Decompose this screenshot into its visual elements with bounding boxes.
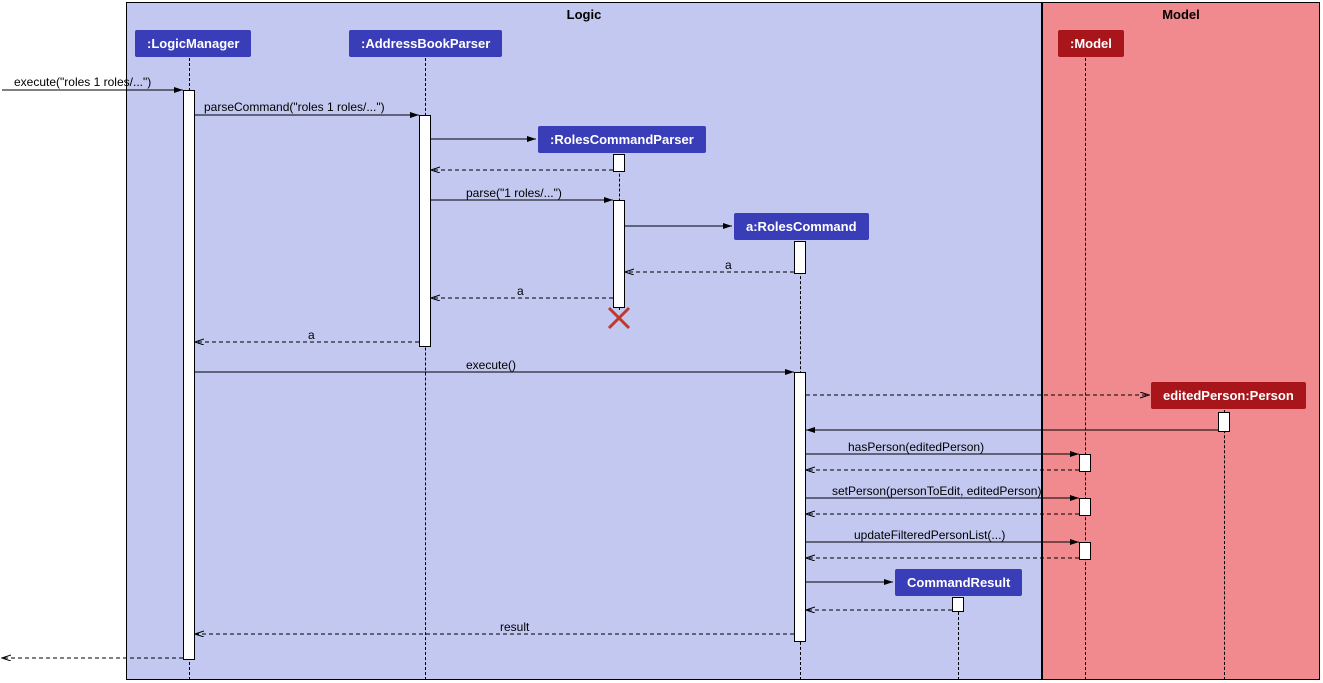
activation-model-1 bbox=[1079, 454, 1091, 472]
msg-execute: execute() bbox=[466, 358, 516, 372]
participant-address-book-parser: :AddressBookParser bbox=[349, 30, 502, 57]
msg-set-person: setPerson(personToEdit, editedPerson) bbox=[832, 484, 1041, 498]
msg-return-a-1: a bbox=[725, 258, 732, 272]
activation-model-3 bbox=[1079, 542, 1091, 560]
participant-logic-manager: :LogicManager bbox=[135, 30, 251, 57]
msg-execute-in: execute("roles 1 roles/...") bbox=[14, 75, 151, 89]
activation-rcp-2 bbox=[613, 200, 625, 308]
activation-rcp-1 bbox=[613, 154, 625, 172]
activation-address-book-parser bbox=[419, 115, 431, 347]
activation-logic-manager bbox=[183, 90, 195, 660]
msg-result: result bbox=[500, 620, 529, 634]
participant-edited-person: editedPerson:Person bbox=[1151, 382, 1306, 409]
activation-roles-command-2 bbox=[794, 372, 806, 642]
activation-model-2 bbox=[1079, 498, 1091, 516]
msg-has-person: hasPerson(editedPerson) bbox=[848, 440, 984, 454]
msg-return-a-2: a bbox=[517, 284, 524, 298]
frame-model: Model bbox=[1042, 2, 1320, 680]
participant-command-result: CommandResult bbox=[895, 569, 1022, 596]
msg-update-filtered: updateFilteredPersonList(...) bbox=[854, 528, 1005, 542]
activation-command-result bbox=[952, 597, 964, 612]
activation-roles-command-1 bbox=[794, 241, 806, 274]
frame-model-label: Model bbox=[1162, 7, 1200, 22]
participant-roles-command: a:RolesCommand bbox=[734, 213, 869, 240]
msg-return-a-3: a bbox=[308, 328, 315, 342]
msg-parse-command: parseCommand("roles 1 roles/...") bbox=[204, 100, 385, 114]
frame-logic-label: Logic bbox=[567, 7, 602, 22]
lifeline-edited-person bbox=[1224, 410, 1225, 680]
participant-model: :Model bbox=[1058, 30, 1124, 57]
participant-roles-command-parser: :RolesCommandParser bbox=[538, 126, 706, 153]
msg-parse: parse("1 roles/...") bbox=[466, 186, 562, 200]
activation-edited-person bbox=[1218, 412, 1230, 432]
lifeline-model bbox=[1085, 58, 1086, 680]
